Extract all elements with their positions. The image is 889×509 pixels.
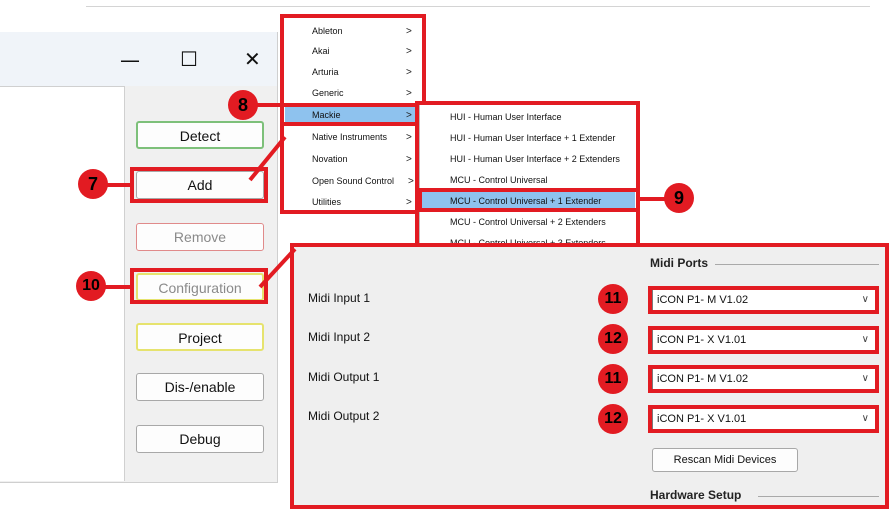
- submenu-item-mcu[interactable]: MCU - Control Universal: [450, 175, 548, 185]
- connector-10: [104, 285, 134, 289]
- hardware-setup-divider: [758, 496, 879, 497]
- annotation-box-mackie: [280, 103, 420, 126]
- chevron-right-icon: >: [406, 154, 412, 165]
- badge-8: 8: [228, 90, 258, 120]
- midi-ports-divider: [715, 264, 879, 265]
- badge-12: 12: [598, 324, 628, 354]
- badge-11: 11: [598, 364, 628, 394]
- menu-item-arturia[interactable]: Arturia: [312, 67, 339, 77]
- chevron-right-icon: >: [406, 197, 412, 208]
- connector-8: [254, 103, 284, 107]
- annotation-box-configuration: [130, 268, 268, 304]
- chevron-right-icon: >: [406, 132, 412, 143]
- hardware-setup-header: Hardware Setup: [650, 488, 742, 502]
- midi-output-1-label: Midi Output 1: [308, 370, 380, 384]
- badge-9: 9: [664, 183, 694, 213]
- badge-7: 7: [78, 169, 108, 199]
- chevron-right-icon: >: [406, 110, 412, 121]
- connector-menu-to-add: [248, 135, 287, 182]
- menu-item-novation[interactable]: Novation: [312, 154, 348, 164]
- maximize-icon[interactable]: ☐: [180, 49, 198, 69]
- close-icon[interactable]: ✕: [244, 49, 261, 69]
- midi-ports-header: Midi Ports: [650, 256, 709, 270]
- connector-config-to-panel: [258, 247, 297, 289]
- submenu-item-hui-2-extenders[interactable]: HUI - Human User Interface + 2 Extenders: [450, 154, 620, 164]
- chevron-right-icon: >: [408, 176, 414, 187]
- menu-item-open-sound-control[interactable]: Open Sound Control: [312, 176, 394, 186]
- annotation-box-select-1: [648, 286, 879, 314]
- midi-output-2-label: Midi Output 2: [308, 409, 380, 423]
- menu-item-ableton[interactable]: Ableton: [312, 26, 343, 36]
- menu-item-utilities[interactable]: Utilities: [312, 197, 341, 207]
- badge-12: 12: [598, 404, 628, 434]
- submenu-item-hui-1-extender[interactable]: HUI - Human User Interface + 1 Extender: [450, 133, 615, 143]
- remove-button[interactable]: Remove: [136, 223, 264, 251]
- submenu-item-mcu-2-extenders[interactable]: MCU - Control Universal + 2 Extenders: [450, 217, 606, 227]
- annotation-box-select-2: [648, 326, 879, 354]
- disable-button[interactable]: Dis-/enable: [136, 373, 264, 401]
- menu-item-mackie[interactable]: Mackie: [312, 110, 341, 120]
- midi-input-2-label: Midi Input 2: [308, 330, 371, 344]
- rescan-midi-devices-button[interactable]: Rescan Midi Devices: [652, 448, 798, 472]
- midi-input-1-label: Midi Input 1: [308, 291, 371, 305]
- top-separator: [86, 6, 870, 7]
- project-button[interactable]: Project: [136, 323, 264, 351]
- menu-item-generic[interactable]: Generic: [312, 88, 344, 98]
- badge-11: 11: [598, 284, 628, 314]
- annotation-box-select-4: [648, 405, 879, 433]
- submenu-item-hui[interactable]: HUI - Human User Interface: [450, 112, 562, 122]
- menu-item-native-instruments[interactable]: Native Instruments: [312, 132, 387, 142]
- controller-list[interactable]: [0, 86, 125, 481]
- badge-10: 10: [76, 271, 106, 301]
- minimize-icon[interactable]: —: [120, 50, 140, 70]
- chevron-right-icon: >: [406, 46, 412, 57]
- chevron-right-icon: >: [406, 88, 412, 99]
- annotation-box-select-3: [648, 365, 879, 393]
- debug-button[interactable]: Debug: [136, 425, 264, 453]
- chevron-right-icon: >: [406, 67, 412, 78]
- chevron-right-icon: >: [406, 26, 412, 37]
- submenu-item-mcu-1-extender[interactable]: MCU - Control Universal + 1 Extender: [450, 196, 601, 206]
- connector-7: [104, 183, 134, 187]
- menu-item-akai[interactable]: Akai: [312, 46, 330, 56]
